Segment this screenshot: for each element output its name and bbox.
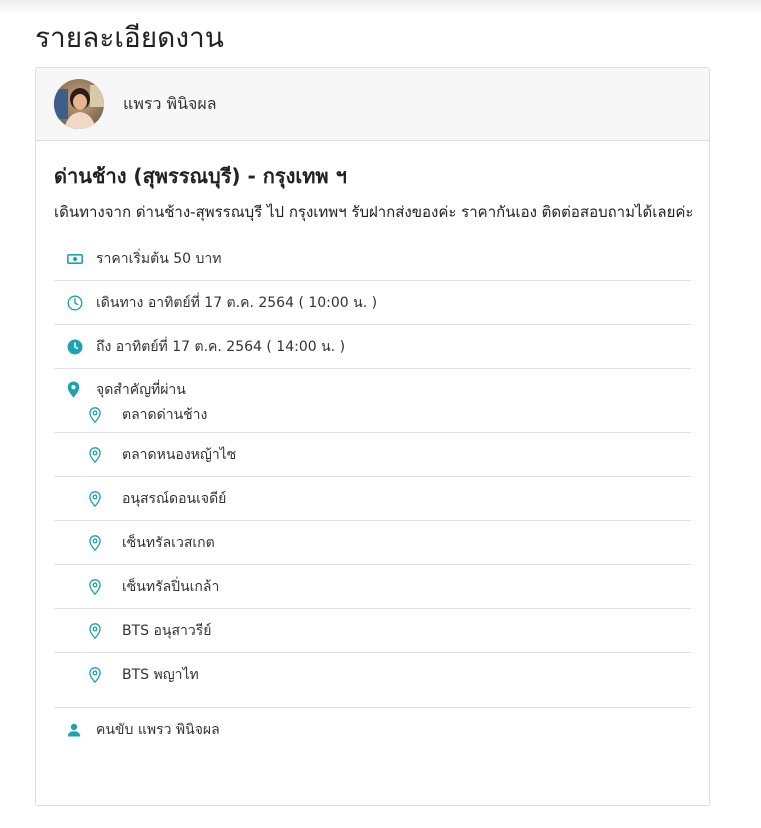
- driver-name: แพรว พินิจผล: [123, 93, 217, 113]
- arrival-text: ถึง อาทิตย์ที่ 17 ต.ค. 2564 ( 14:00 น. ): [96, 338, 346, 355]
- user-icon: [67, 723, 96, 737]
- waypoint-item: ตลาดหนองหญ้าไซ: [54, 433, 691, 477]
- map-pin-filled-icon: [67, 381, 96, 398]
- clock-filled-icon: [67, 339, 96, 355]
- job-detail-card: แพรว พินิจผล ด่านช้าง (สุพรรณบุรี) - กรุ…: [35, 67, 710, 806]
- waypoint-label: BTS อนุสาวรีย์: [122, 622, 212, 639]
- cash-icon: [67, 253, 96, 265]
- page-title: รายละเอียดงาน: [35, 21, 224, 54]
- map-pin-outline-icon: [89, 446, 122, 463]
- map-pin-outline-icon: [89, 407, 122, 423]
- waypoint-list: ตลาดด่านช้าง ตลาดหนองหญ้าไซ อนุสรณ์ดอนเจ…: [54, 398, 691, 697]
- waypoint-label: เซ็นทรัลเวสเกต: [122, 534, 215, 551]
- departure-text: เดินทาง อาทิตย์ที่ 17 ต.ค. 2564 ( 10:00 …: [96, 294, 378, 311]
- driver-label: คนขับ แพรว พินิจผล: [96, 721, 220, 738]
- waypoint-item: อนุสรณ์ดอนเจดีย์: [54, 477, 691, 521]
- map-pin-outline-icon: [89, 578, 122, 595]
- waypoint-item: เซ็นทรัลปิ่นเกล้า: [54, 565, 691, 609]
- trip-info-list: ราคาเริ่มต้น 50 บาท เดินทาง อาทิตย์ที่ 1…: [54, 237, 691, 751]
- map-pin-outline-icon: [89, 667, 122, 683]
- price-text: ราคาเริ่มต้น 50 บาท: [96, 250, 222, 267]
- waypoint-item: ตลาดด่านช้าง: [54, 398, 691, 433]
- clock-outline-icon: [67, 294, 96, 311]
- departure-row: เดินทาง อาทิตย์ที่ 17 ต.ค. 2564 ( 10:00 …: [54, 281, 691, 325]
- waypoint-label: ตลาดหนองหญ้าไซ: [122, 446, 237, 463]
- waypoint-label: อนุสรณ์ดอนเจดีย์: [122, 490, 227, 507]
- waypoint-item: BTS อนุสาวรีย์: [54, 609, 691, 653]
- route-title: ด่านช้าง (สุพรรณบุรี) - กรุงเทพ ฯ: [54, 164, 347, 188]
- driver-row: คนขับ แพรว พินิจผล: [54, 707, 691, 751]
- avatar[interactable]: [54, 79, 104, 129]
- top-shadow: [0, 0, 761, 14]
- waypoint-label: ตลาดด่านช้าง: [122, 407, 208, 423]
- route-description: เดินทางจาก ด่านช้าง-สุพรรณบุรี ไป กรุงเท…: [54, 203, 694, 221]
- waypoint-item: เซ็นทรัลเวสเกต: [54, 521, 691, 565]
- waypoints-label: จุดสำคัญที่ผ่าน: [96, 381, 186, 398]
- price-row: ราคาเริ่มต้น 50 บาท: [54, 237, 691, 281]
- waypoint-item: BTS พญาไท: [54, 653, 691, 697]
- arrival-row: ถึง อาทิตย์ที่ 17 ต.ค. 2564 ( 14:00 น. ): [54, 325, 691, 369]
- map-pin-outline-icon: [89, 490, 122, 507]
- driver-header: แพรว พินิจผล: [36, 68, 709, 141]
- waypoint-label: เซ็นทรัลปิ่นเกล้า: [122, 578, 220, 595]
- waypoint-label: BTS พญาไท: [122, 667, 199, 683]
- map-pin-outline-icon: [89, 622, 122, 639]
- map-pin-outline-icon: [89, 534, 122, 551]
